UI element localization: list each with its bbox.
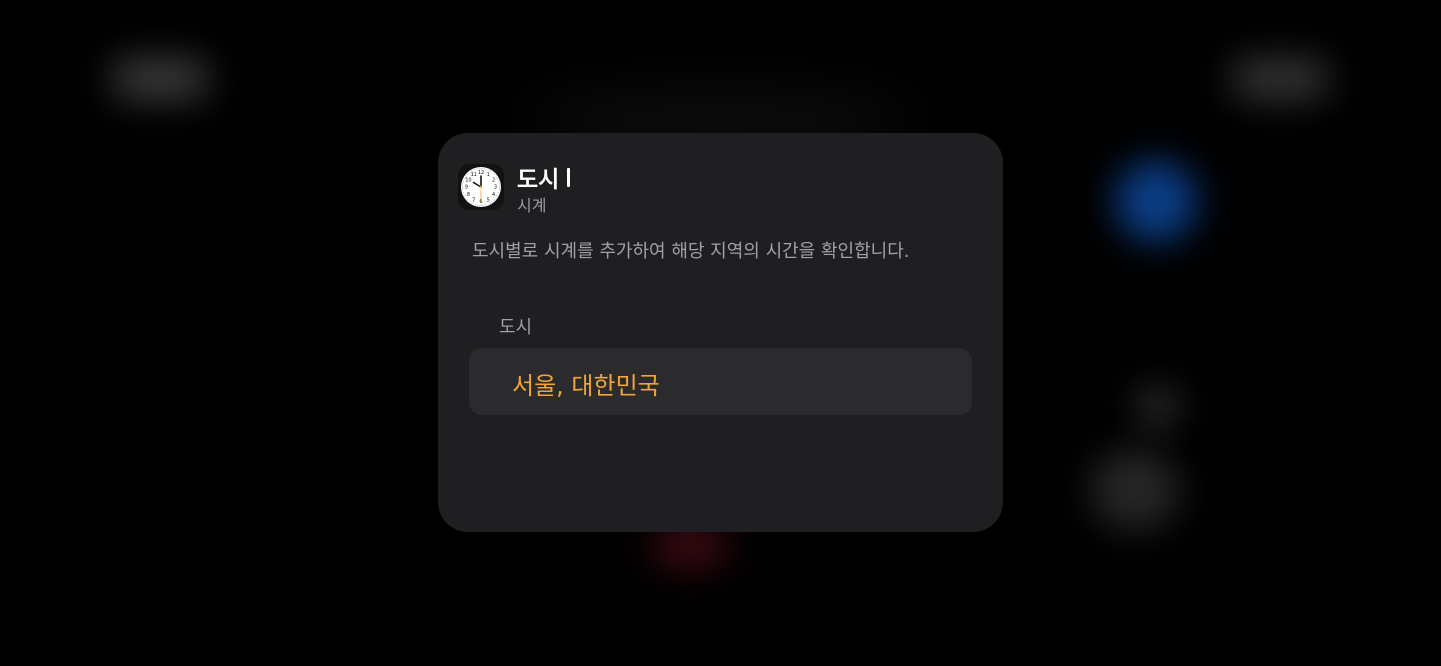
clock-numeral: 11	[471, 172, 477, 178]
clock-numeral: 2	[492, 177, 495, 183]
city-parameter-row[interactable]: 서울, 대한민국	[469, 348, 972, 415]
clock-face-graphic: 121234567891011	[461, 167, 501, 207]
blurred-blue-icon	[1115, 160, 1197, 242]
city-parameter-value[interactable]: 서울, 대한민국	[512, 366, 660, 401]
clock-numeral: 4	[492, 192, 495, 198]
blurred-icon	[1135, 385, 1180, 430]
action-title-text: 도시	[517, 167, 560, 193]
action-description: 도시별로 시계를 추가하여 해당 지역의 시간을 확인합니다.	[472, 241, 910, 262]
action-title[interactable]: 도시	[517, 160, 571, 194]
clock-icon: 121234567891011	[458, 164, 504, 210]
blurred-icon	[1090, 450, 1180, 530]
blurred-button-left	[110, 58, 210, 100]
parameter-label: 도시	[499, 317, 533, 338]
clock-numeral: 8	[467, 192, 470, 198]
clock-numeral: 5	[487, 197, 490, 203]
app-name: 시계	[517, 196, 547, 215]
text-cursor	[567, 167, 571, 187]
shortcut-action-card: 121234567891011 도시 시계 도시별로 시계를 추가하여 해당 지…	[438, 133, 1003, 532]
clock-numeral: 9	[465, 185, 468, 191]
clock-numeral: 10	[465, 177, 471, 183]
clock-numeral: 1	[487, 172, 490, 178]
clock-numeral: 3	[494, 185, 497, 191]
blurred-button-right	[1230, 58, 1330, 100]
clock-numeral: 7	[472, 197, 475, 203]
